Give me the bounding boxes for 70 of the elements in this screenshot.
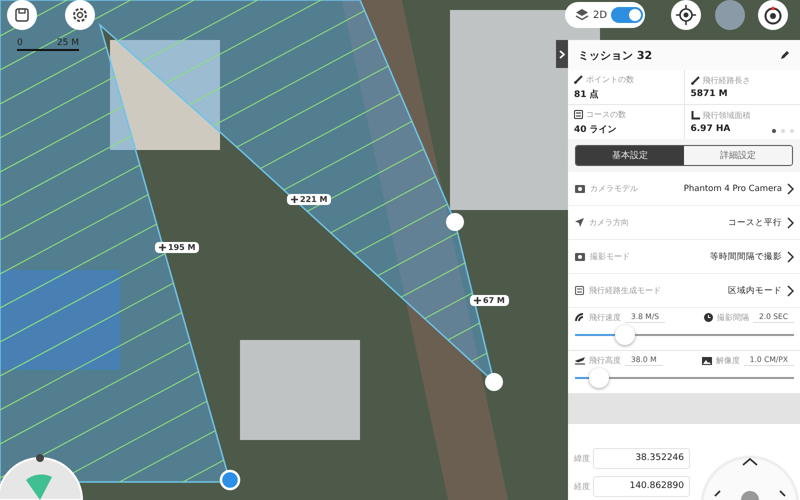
chevron-icon (559, 50, 565, 58)
setting-label: 飛行経路生成モード (589, 285, 661, 296)
stat-value: 40 ライン (574, 124, 617, 136)
stat-value: 6.97 HA (690, 124, 730, 134)
scale-bar (17, 49, 79, 51)
slider-label: 飛行速度 (589, 312, 621, 323)
airplane-icon (575, 356, 585, 365)
compass-icon (763, 5, 783, 25)
save-icon (14, 7, 30, 23)
stat-label: コースの数 (586, 108, 626, 120)
stat-label: 飛行領域面積 (702, 110, 750, 121)
speed-icon (575, 313, 585, 322)
page-indicator-dot[interactable] (790, 129, 794, 133)
distance-label: 195 M (155, 242, 200, 253)
crosshair-icon (676, 5, 696, 25)
setting-value: Phantom 4 Pro Camera (684, 184, 782, 194)
distance-label: 221 M (287, 194, 332, 205)
chevron-icon (787, 284, 794, 296)
pencil-icon[interactable] (780, 50, 790, 60)
setting-row[interactable]: 飛行経路生成モード 区域内モード (568, 274, 800, 308)
collapse-panel-button[interactable] (556, 40, 568, 68)
plus-icon (159, 244, 166, 251)
slider-side-label: 撮影間隔 (716, 312, 749, 323)
settings-icon (71, 6, 89, 24)
toggle-switch[interactable] (611, 7, 644, 23)
settings-tab[interactable]: 基本設定 (576, 146, 684, 165)
setting-label: 撮影モード (590, 251, 630, 262)
mission-title: ミッション 32 (578, 48, 652, 62)
stat-label: ポイントの数 (586, 74, 634, 84)
coordinate-label: 経度 (574, 481, 590, 492)
path-icon (690, 76, 700, 85)
scale-end-label: 25 M (56, 38, 79, 48)
plus-icon (474, 297, 481, 304)
chevron-icon (787, 182, 794, 194)
coordinate-label: 緯度 (574, 453, 590, 464)
setting-row[interactable]: カメラモデル Phantom 4 Pro Camera (568, 172, 800, 206)
image-icon (702, 356, 712, 364)
distance-label: 67 M (470, 295, 509, 306)
slider-side-label: 解像度 (716, 355, 740, 366)
camera-icon (575, 184, 585, 192)
send-icon (575, 218, 584, 227)
stat-value: 81 点 (574, 88, 599, 100)
setting-value: 等時間間隔で撮影 (710, 250, 782, 262)
camera-icon (575, 252, 585, 260)
chevron-icon (787, 250, 794, 262)
plus-icon (291, 196, 298, 203)
page-indicator-dot[interactable] (772, 129, 776, 133)
stat-label: 飛行経路長さ (702, 75, 750, 86)
slider-thumb[interactable] (615, 325, 636, 345)
setting-label: カメラモデル (590, 183, 638, 194)
slider-label: 飛行高度 (589, 355, 621, 366)
list-icon (574, 110, 583, 118)
stat-value: 5871 M (690, 89, 728, 99)
coordinate-field[interactable]: 140.862890 (593, 476, 690, 497)
list-icon (575, 286, 584, 295)
setting-value: 区域内モード (728, 284, 782, 296)
clock-icon (704, 313, 713, 322)
setting-row[interactable]: カメラ方向 コースと平行 (568, 206, 800, 240)
chevron-icon (787, 216, 794, 228)
slider-thumb[interactable] (589, 368, 610, 388)
page-indicator-dot[interactable] (781, 129, 785, 133)
corner-icon (690, 111, 700, 120)
path-icon (574, 74, 583, 84)
scale-start-label: 0 (17, 38, 23, 48)
toggle-label: 2D (593, 10, 608, 20)
coordinate-field[interactable]: 38.352246 (593, 448, 690, 469)
layers-icon (575, 8, 589, 22)
setting-label: カメラ方向 (589, 217, 629, 228)
setting-value: コースと平行 (728, 216, 782, 228)
setting-row[interactable]: 撮影モード 等時間間隔で撮影 (568, 240, 800, 274)
